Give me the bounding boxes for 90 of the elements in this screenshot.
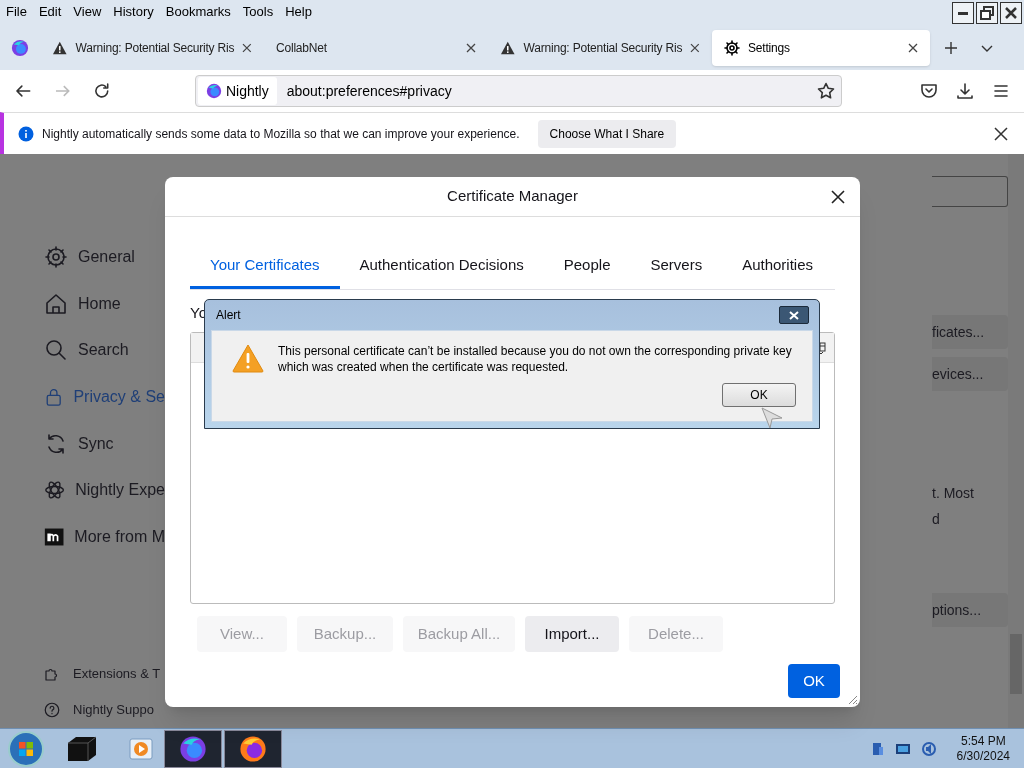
dialog-title: Certificate Manager <box>447 186 578 207</box>
sidebar-item[interactable]: Sync <box>78 431 114 456</box>
taskbar-app-button[interactable] <box>164 729 222 768</box>
star-icon[interactable] <box>817 82 835 100</box>
close-button[interactable] <box>779 306 809 324</box>
back-icon[interactable] <box>14 82 32 100</box>
speaker-icon[interactable] <box>920 740 937 757</box>
settings-button[interactable]: evices... <box>932 357 1008 391</box>
dialog-tab[interactable]: Authentication Decisions <box>339 245 544 289</box>
sidebar-item[interactable]: More from M <box>74 524 165 549</box>
settings-text: t. Most <box>932 484 975 503</box>
sidebar-item[interactable]: Home <box>78 291 121 316</box>
gear-icon <box>724 40 740 56</box>
nightly-logo-icon <box>179 734 207 763</box>
ok-button[interactable]: OK <box>722 383 796 407</box>
search-icon[interactable] <box>44 338 68 363</box>
dialog-tab[interactable]: Servers <box>630 245 723 289</box>
restore-button[interactable] <box>976 2 998 24</box>
browser-logo-icon[interactable] <box>11 39 29 57</box>
browser-tab[interactable]: CollabNet <box>264 30 488 66</box>
url-text: about:preferences#privacy <box>285 81 453 101</box>
tab-title: Settings <box>748 40 791 57</box>
network-icon[interactable] <box>870 740 885 757</box>
settings-button[interactable]: ptions... <box>932 593 1008 627</box>
clock-time[interactable]: 5:54 PM <box>960 733 1006 749</box>
close-icon[interactable] <box>690 43 700 53</box>
sidebar-link[interactable]: Extensions & T <box>73 664 161 684</box>
help-icon[interactable] <box>43 701 61 720</box>
dialog-tab[interactable]: Authorities <box>722 245 834 289</box>
browser-logo-icon <box>205 83 222 99</box>
menu-item[interactable]: Tools <box>242 2 274 22</box>
menu-item[interactable]: File <box>6 2 27 22</box>
menu-item[interactable]: History <box>113 2 154 22</box>
minimize-icon <box>958 11 968 15</box>
info-icon <box>18 125 34 142</box>
sidebar-link[interactable]: Nightly Suppo <box>73 700 154 720</box>
close-icon[interactable] <box>466 43 476 53</box>
close-icon[interactable] <box>830 189 846 205</box>
dialog-button[interactable]: Import... <box>525 616 619 652</box>
warning-icon <box>500 40 516 56</box>
address-bar[interactable]: Nightly about:preferences#privacy <box>194 75 842 107</box>
dialog-tab[interactable]: People <box>543 245 631 289</box>
start-button[interactable] <box>8 730 44 767</box>
close-icon[interactable] <box>242 43 252 53</box>
new-tab-icon[interactable] <box>944 41 958 55</box>
box-icon[interactable] <box>66 734 98 763</box>
tab-title: Warning: Potential Security Ris <box>523 40 683 57</box>
browser-tab[interactable]: Warning: Potential Security Ris <box>40 30 264 66</box>
minimize-button[interactable] <box>952 2 974 24</box>
warning-icon <box>52 40 68 56</box>
download-icon[interactable] <box>956 82 974 100</box>
resize-grip-icon[interactable] <box>846 693 858 705</box>
settings-button[interactable]: ficates... <box>932 315 1008 349</box>
close-icon[interactable] <box>994 126 1008 141</box>
menu-item[interactable]: Edit <box>38 2 62 22</box>
gear-icon[interactable] <box>44 245 68 270</box>
close-icon <box>1003 5 1019 21</box>
menu-item[interactable]: Help <box>285 2 312 22</box>
clock-date[interactable]: 6/30/2024 <box>956 748 1010 764</box>
choose-share-button[interactable]: Choose What I Share <box>537 119 677 148</box>
tab-title: CollabNet <box>276 40 328 57</box>
sidebar-item[interactable]: General <box>78 245 135 270</box>
monitor-icon[interactable] <box>894 741 911 756</box>
menu-item[interactable]: View <box>73 2 102 22</box>
warning-icon <box>232 343 264 373</box>
sidebar-item[interactable]: Nightly Expe <box>75 478 165 503</box>
close-icon <box>789 310 799 320</box>
restore-icon <box>979 5 995 21</box>
dialog-tab[interactable]: Your Certificates <box>190 245 340 289</box>
scrollbar[interactable] <box>1008 154 1024 728</box>
reload-icon[interactable] <box>93 82 111 100</box>
identity-badge[interactable]: Nightly <box>197 77 277 105</box>
pocket-icon[interactable] <box>920 82 938 100</box>
sidebar-item[interactable]: Search <box>78 338 129 363</box>
menu-item[interactable]: Bookmarks <box>165 2 231 22</box>
close-icon[interactable] <box>908 43 918 53</box>
settings-text: d <box>932 510 941 529</box>
menu-icon[interactable] <box>992 82 1010 100</box>
fox-logo-icon <box>239 734 267 763</box>
browser-tab[interactable]: Settings <box>712 30 930 66</box>
close-button[interactable] <box>1000 2 1022 24</box>
browser-tab[interactable]: Warning: Potential Security Ris <box>488 30 712 66</box>
tab-title: Warning: Potential Security Ris <box>75 40 235 57</box>
alert-message: This personal certificate can’t be installed because you do not own the corresponding private key which was created when the certificate was requested. <box>278 343 793 375</box>
alert-title: Alert <box>216 307 241 324</box>
taskbar-app-button[interactable] <box>224 729 282 768</box>
ok-button[interactable]: OK <box>788 664 840 698</box>
home-icon[interactable] <box>44 291 68 316</box>
notification-text: Nightly automatically sends some data to Mozilla so that we can improve your experience. <box>42 125 520 143</box>
windows-flag-icon <box>18 740 34 757</box>
